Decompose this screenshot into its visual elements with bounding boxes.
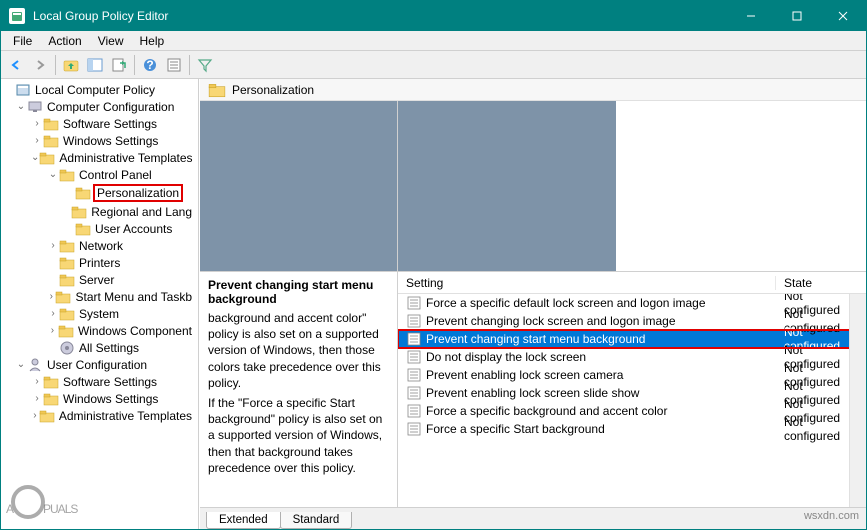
- properties-button[interactable]: [163, 54, 185, 76]
- setting-icon: [406, 367, 422, 383]
- tab-extended[interactable]: Extended: [206, 512, 281, 529]
- preview-area: [200, 101, 866, 271]
- tree-personalization[interactable]: ›Personalization: [1, 183, 198, 203]
- tree-uc-software[interactable]: ›Software Settings: [1, 373, 198, 390]
- toolbar: ?: [1, 51, 866, 79]
- setting-label: Force a specific background and accent c…: [426, 404, 776, 418]
- setting-icon: [406, 403, 422, 419]
- right-pane: Personalization Prevent changing start m…: [199, 79, 866, 529]
- description-column: Prevent changing start menu background b…: [200, 272, 398, 507]
- menubar: File Action View Help: [1, 31, 866, 51]
- preview-image: [398, 101, 866, 271]
- setting-icon: [406, 331, 422, 347]
- body-area: ▸Local Computer Policy ⌄Computer Configu…: [1, 79, 866, 529]
- setting-icon: [406, 349, 422, 365]
- content-header: Personalization: [200, 79, 866, 101]
- close-button[interactable]: [820, 1, 866, 31]
- column-state[interactable]: State: [776, 276, 866, 290]
- description-paragraph: If the "Force a specific Start backgroun…: [208, 395, 389, 476]
- tree-network[interactable]: ›Network: [1, 237, 198, 254]
- tree-uc-windows[interactable]: ›Windows Settings: [1, 390, 198, 407]
- setting-label: Force a specific Start background: [426, 422, 776, 436]
- list-row[interactable]: Force a specific Start backgroundNot con…: [398, 420, 866, 438]
- column-setting[interactable]: Setting: [398, 276, 776, 290]
- view-tabs: Extended Standard: [200, 507, 866, 529]
- minimize-button[interactable]: [728, 1, 774, 31]
- setting-icon: [406, 385, 422, 401]
- tree-win-components[interactable]: ›Windows Component: [1, 322, 198, 339]
- setting-icon: [406, 313, 422, 329]
- show-hide-tree-button[interactable]: [84, 54, 106, 76]
- tree-uc-admin[interactable]: ›Administrative Templates: [1, 407, 198, 424]
- svg-text:?: ?: [146, 58, 153, 72]
- preview-left: [200, 101, 398, 271]
- setting-label: Prevent enabling lock screen slide show: [426, 386, 776, 400]
- tree-cc-windows[interactable]: ›Windows Settings: [1, 132, 198, 149]
- vertical-scrollbar[interactable]: [849, 294, 866, 507]
- setting-label: Do not display the lock screen: [426, 350, 776, 364]
- tree-control-panel[interactable]: ⌄Control Panel: [1, 166, 198, 183]
- source-label: wsxdn.com: [804, 510, 859, 522]
- back-button[interactable]: [5, 54, 27, 76]
- setting-label: Prevent changing start menu background: [426, 332, 776, 346]
- app-icon: [9, 8, 25, 24]
- up-button[interactable]: [60, 54, 82, 76]
- tree-server[interactable]: ›Server: [1, 271, 198, 288]
- tree-pane[interactable]: ▸Local Computer Policy ⌄Computer Configu…: [1, 79, 199, 529]
- tree-user-accounts[interactable]: ›User Accounts: [1, 220, 198, 237]
- content-title: Personalization: [232, 83, 314, 97]
- setting-label: Prevent enabling lock screen camera: [426, 368, 776, 382]
- setting-icon: [406, 421, 422, 437]
- menu-file[interactable]: File: [5, 32, 40, 50]
- tree-root[interactable]: ▸Local Computer Policy: [1, 81, 198, 98]
- tree-cc-admin[interactable]: ⌄Administrative Templates: [1, 149, 198, 166]
- setting-label: Prevent changing lock screen and logon i…: [426, 314, 776, 328]
- maximize-button[interactable]: [774, 1, 820, 31]
- forward-button[interactable]: [29, 54, 51, 76]
- setting-label: Force a specific default lock screen and…: [426, 296, 776, 310]
- tree-user-config[interactable]: ⌄User Configuration: [1, 356, 198, 373]
- toolbar-separator: [55, 55, 56, 75]
- tree-printers[interactable]: ›Printers: [1, 254, 198, 271]
- list-header: Setting State: [398, 272, 866, 294]
- folder-icon: [208, 81, 226, 99]
- menu-view[interactable]: View: [90, 32, 132, 50]
- menu-help[interactable]: Help: [132, 32, 173, 50]
- toolbar-separator: [189, 55, 190, 75]
- tree-computer-config[interactable]: ⌄Computer Configuration: [1, 98, 198, 115]
- toolbar-separator: [134, 55, 135, 75]
- menu-action[interactable]: Action: [40, 32, 89, 50]
- details-row: Prevent changing start menu background b…: [200, 271, 866, 507]
- filter-button[interactable]: [194, 54, 216, 76]
- tree-regional[interactable]: ›Regional and Lang: [1, 203, 198, 220]
- help-button[interactable]: ?: [139, 54, 161, 76]
- tree-start-menu[interactable]: ›Start Menu and Taskb: [1, 288, 198, 305]
- setting-icon: [406, 295, 422, 311]
- titlebar[interactable]: Local Group Policy Editor: [1, 1, 866, 31]
- tab-standard[interactable]: Standard: [280, 512, 353, 529]
- setting-title: Prevent changing start menu background: [208, 278, 389, 306]
- list-body[interactable]: Force a specific default lock screen and…: [398, 294, 866, 507]
- tree-system[interactable]: ›System: [1, 305, 198, 322]
- settings-list: Setting State Force a specific default l…: [398, 272, 866, 507]
- export-button[interactable]: [108, 54, 130, 76]
- tree-all-settings[interactable]: ›All Settings: [1, 339, 198, 356]
- window-title: Local Group Policy Editor: [33, 9, 728, 23]
- description-paragraph: background and accent color" policy is a…: [208, 310, 389, 391]
- window: Local Group Policy Editor File Action Vi…: [0, 0, 867, 530]
- tree-cc-software[interactable]: ›Software Settings: [1, 115, 198, 132]
